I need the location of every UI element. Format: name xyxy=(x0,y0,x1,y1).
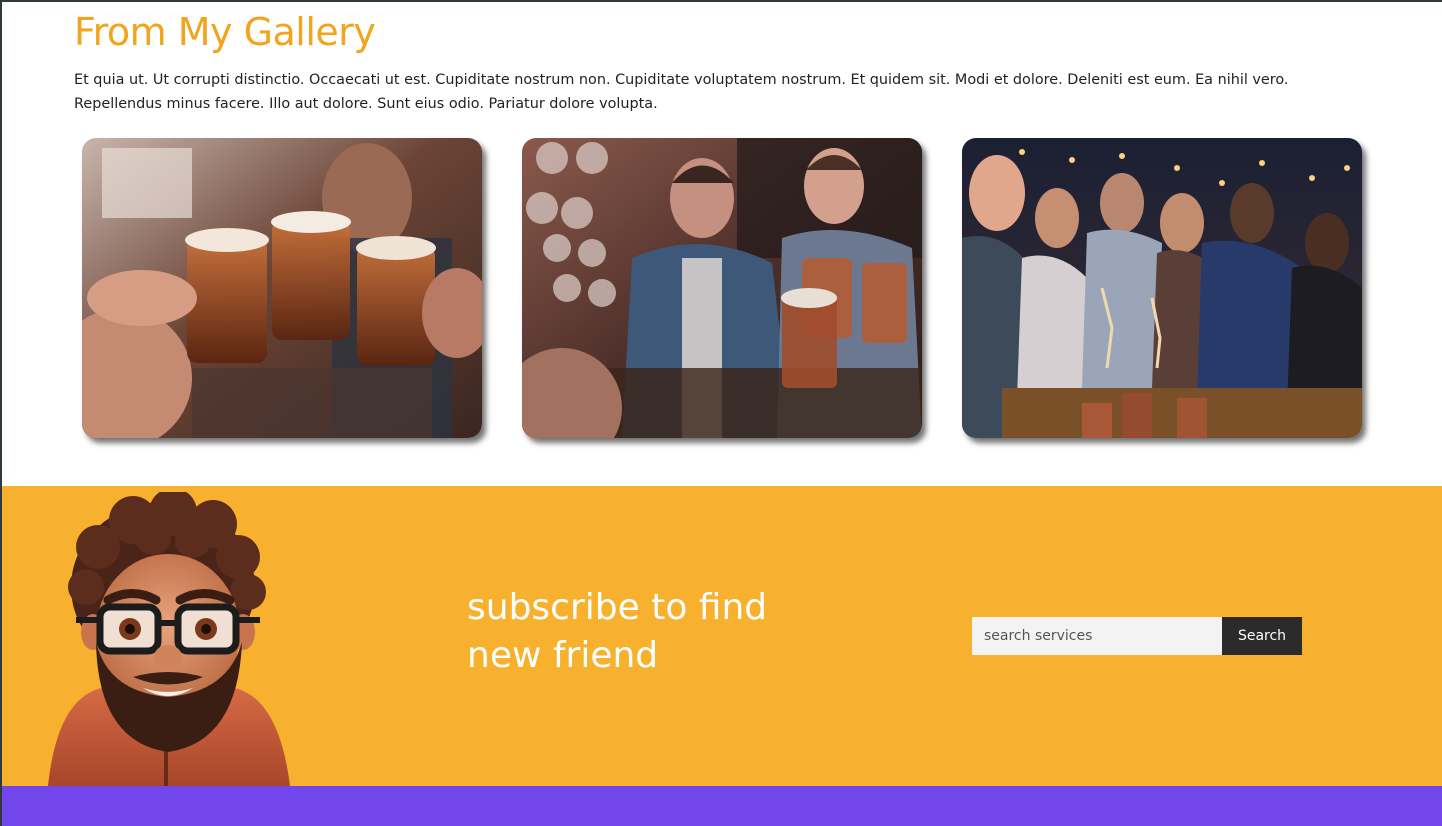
group-toast-image xyxy=(962,138,1362,438)
search-input[interactable] xyxy=(972,617,1222,655)
subscribe-heading-line-1: subscribe to find xyxy=(467,587,768,628)
bar-cheers-image xyxy=(522,138,922,438)
gallery-photo-2[interactable] xyxy=(522,138,922,438)
subscribe-heading-line-2: new friend xyxy=(467,635,659,676)
search-form: Search xyxy=(972,617,1302,655)
gallery-photo-1[interactable] xyxy=(82,138,482,438)
subscribe-section: subscribe to find new friend Search xyxy=(2,486,1442,786)
gallery-photo-3[interactable] xyxy=(962,138,1362,438)
bearded-man-avatar-icon xyxy=(48,492,290,786)
beer-toast-image xyxy=(82,138,482,438)
gallery-title: From My Gallery xyxy=(74,10,376,54)
subscribe-heading: subscribe to find new friend xyxy=(467,584,827,680)
gallery-section: From My Gallery Et quia ut. Ut corrupti … xyxy=(2,2,1442,486)
gallery-description: Et quia ut. Ut corrupti distinctio. Occa… xyxy=(74,72,1289,112)
footer-band xyxy=(2,786,1442,826)
search-button[interactable]: Search xyxy=(1222,617,1302,655)
